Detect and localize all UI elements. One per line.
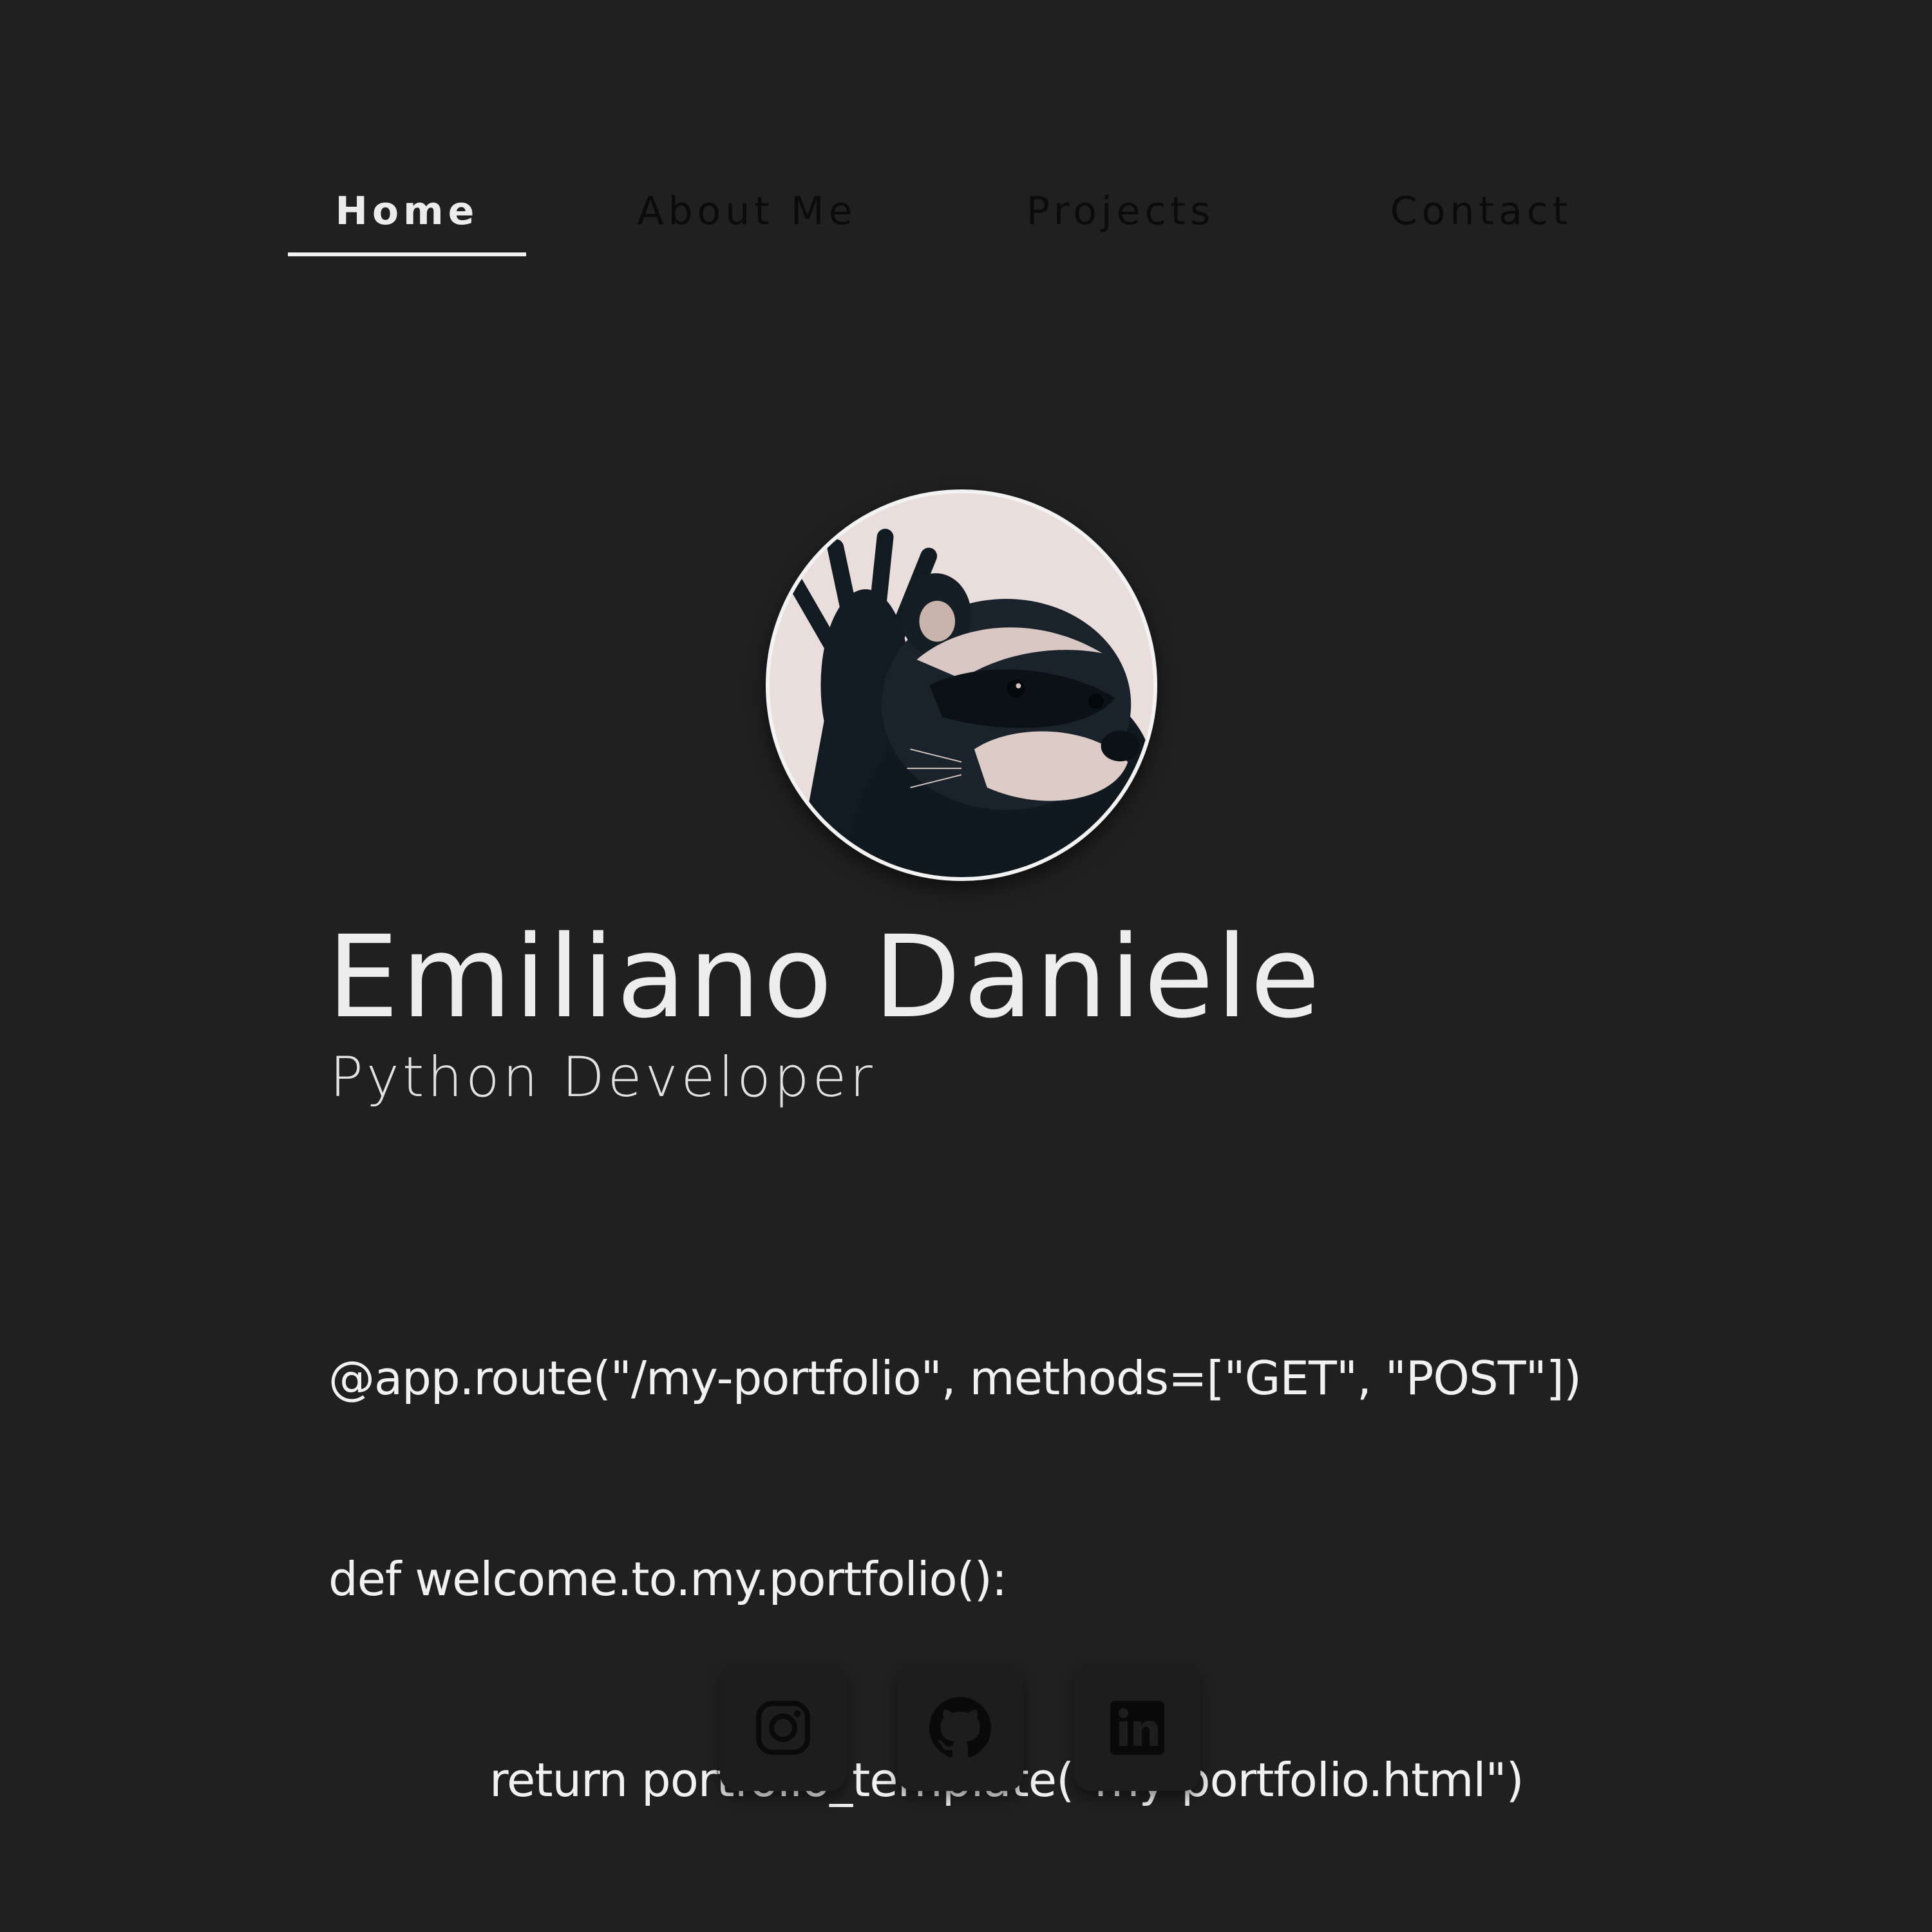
profile-role: Python Developer	[330, 1045, 876, 1110]
avatar	[766, 489, 1157, 881]
linkedin-icon	[1110, 1701, 1164, 1755]
github-button[interactable]	[897, 1665, 1023, 1791]
nav-active-underline	[288, 252, 526, 256]
github-icon	[929, 1697, 991, 1757]
profile-name: Emiliano Daniele	[327, 911, 1323, 1043]
code-line-decorator: @app.route("/my-portfolio", methods=["GE…	[328, 1351, 1582, 1405]
instagram-button[interactable]	[720, 1665, 846, 1791]
code-snippet: @app.route("/my-portfolio", methods=["GE…	[328, 1211, 1582, 1932]
nav-contact[interactable]: Contact	[1359, 180, 1604, 258]
code-line-def: def welcome.to.my.portfolio():	[328, 1552, 1007, 1606]
instagram-icon	[756, 1701, 810, 1755]
nav-projects[interactable]: Projects	[992, 180, 1249, 258]
raccoon-avatar-image	[770, 493, 1153, 877]
linkedin-button[interactable]	[1074, 1665, 1200, 1791]
top-nav: Home About Me Projects Contact	[0, 0, 1932, 270]
nav-about-me[interactable]: About Me	[612, 180, 882, 258]
nav-home[interactable]: Home	[288, 180, 526, 258]
portfolio-page: Home About Me Projects Contact Emiliano …	[0, 0, 1932, 1932]
